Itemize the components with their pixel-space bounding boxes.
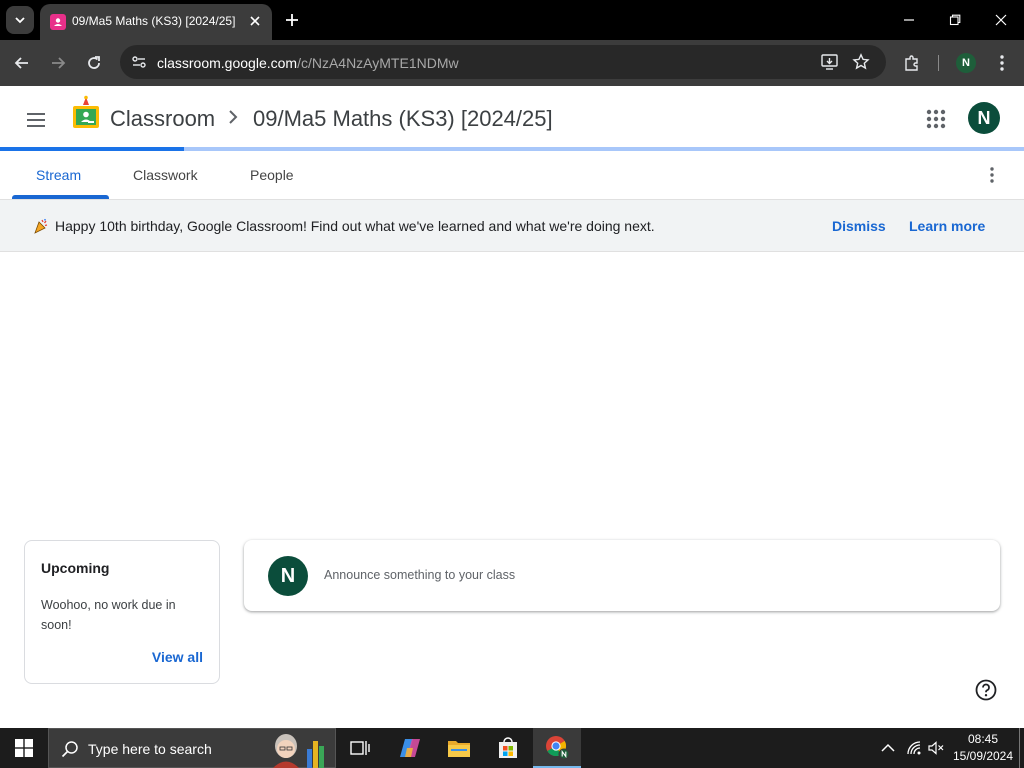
extensions-button[interactable] — [898, 49, 926, 77]
app-header: Classroom 09/Ma5 Maths (KS3) [2024/25] N — [0, 86, 1024, 149]
search-highlight-illustration-icon — [273, 734, 324, 768]
windows-taskbar: Type here to search 08:45 15/09/2024 — [0, 728, 1024, 768]
browser-profile-avatar[interactable]: N — [956, 53, 976, 73]
browser-toolbar: classroom.google.com/c/NzA4NzAyMTE1NDMw … — [0, 40, 1024, 86]
apps-grid-icon — [926, 109, 946, 129]
close-icon — [250, 16, 260, 26]
close-window-button[interactable] — [978, 0, 1024, 40]
reload-icon — [88, 56, 100, 69]
puzzle-icon — [905, 55, 918, 71]
toolbar-divider — [938, 55, 939, 71]
copilot-icon — [400, 739, 420, 757]
tab-close-button[interactable] — [246, 12, 264, 30]
app-name[interactable]: Classroom — [110, 106, 215, 132]
main-menu-button[interactable] — [20, 104, 52, 136]
class-tabs: Stream Classwork People — [0, 151, 1024, 200]
account-avatar[interactable]: N — [968, 102, 1000, 134]
task-view-button[interactable] — [336, 728, 384, 768]
minimize-button[interactable] — [886, 0, 932, 40]
arrow-right-icon — [52, 57, 66, 69]
announce-avatar: N — [268, 556, 308, 596]
plus-icon — [286, 14, 298, 26]
banner-message: Happy 10th birthday, Google Classroom! F… — [55, 218, 655, 234]
google-apps-button[interactable] — [924, 107, 948, 131]
class-title[interactable]: 09/Ma5 Maths (KS3) [2024/25] — [253, 106, 553, 132]
address-bar[interactable]: classroom.google.com/c/NzA4NzAyMTE1NDMw — [120, 45, 886, 79]
clock-time: 08:45 — [967, 732, 999, 746]
browser-titlebar: 09/Ma5 Maths (KS3) [2024/25] — [0, 0, 1024, 40]
new-tab-button[interactable] — [280, 8, 304, 32]
arrow-left-icon — [14, 57, 28, 69]
class-options-button[interactable] — [982, 165, 1002, 185]
forward-button[interactable] — [44, 49, 72, 77]
taskbar-search-placeholder: Type here to search — [88, 741, 212, 757]
url-host: classroom.google.com — [157, 55, 298, 71]
windows-logo-icon — [15, 739, 33, 757]
chevron-down-icon — [15, 17, 25, 24]
chevron-right-icon — [229, 110, 238, 124]
more-vert-icon — [1000, 55, 1004, 71]
classroom-logo-icon[interactable] — [72, 95, 100, 131]
announce-box[interactable]: N Announce something to your class — [244, 540, 1000, 611]
back-button[interactable] — [8, 49, 36, 77]
install-app-icon[interactable] — [820, 53, 840, 71]
search-icon — [61, 741, 78, 758]
announcement-banner: Happy 10th birthday, Google Classroom! F… — [0, 200, 1024, 252]
upcoming-title: Upcoming — [41, 560, 110, 576]
url-text: classroom.google.com/c/NzA4NzAyMTE1NDMw — [157, 55, 459, 71]
site-info-icon[interactable] — [130, 53, 148, 71]
learn-more-link[interactable]: Learn more — [909, 218, 985, 234]
taskbar-search-box[interactable]: Type here to search — [48, 728, 336, 768]
url-path: /c/NzA4NzAyMTE1NDMw — [297, 55, 459, 71]
tab-search-button[interactable] — [6, 6, 34, 34]
clock-date: 15/09/2024 — [952, 749, 1014, 763]
restore-icon — [949, 14, 961, 26]
tab-people[interactable]: People — [250, 167, 294, 183]
chrome-icon — [546, 736, 570, 760]
tab-title: 09/Ma5 Maths (KS3) [2024/25] — [72, 14, 236, 28]
upcoming-message: Woohoo, no work due in soon! — [41, 598, 176, 632]
network-icon[interactable] — [906, 740, 922, 756]
show-desktop-button[interactable] — [1019, 728, 1020, 768]
classroom-favicon-icon — [50, 14, 66, 30]
browser-tab[interactable]: 09/Ma5 Maths (KS3) [2024/25] — [40, 4, 272, 40]
help-button[interactable] — [975, 679, 997, 701]
announce-placeholder[interactable]: Announce something to your class — [324, 568, 515, 582]
folder-icon — [448, 741, 470, 757]
reload-button[interactable] — [80, 49, 108, 77]
chevron-up-icon[interactable] — [880, 740, 896, 756]
restore-button[interactable] — [932, 0, 978, 40]
microsoft-store-button[interactable] — [484, 728, 532, 768]
upcoming-card: Upcoming Woohoo, no work due in soon! Vi… — [24, 540, 220, 684]
browser-menu-button[interactable] — [988, 49, 1016, 77]
copilot-button[interactable] — [386, 728, 434, 768]
help-icon — [975, 679, 997, 701]
dismiss-banner-button[interactable]: Dismiss — [832, 218, 886, 234]
active-tab-indicator — [12, 195, 109, 199]
tab-stream[interactable]: Stream — [36, 167, 81, 183]
bookmark-star-icon[interactable] — [852, 53, 870, 71]
more-vert-icon — [990, 167, 994, 183]
file-explorer-button[interactable] — [435, 728, 483, 768]
hamburger-menu-icon — [27, 113, 45, 127]
close-icon — [995, 14, 1007, 26]
party-popper-icon — [34, 218, 48, 234]
taskbar-clock[interactable]: 08:45 15/09/2024 — [948, 731, 1018, 765]
tab-classwork[interactable]: Classwork — [133, 167, 198, 183]
chrome-taskbar-button[interactable] — [533, 728, 581, 768]
start-button[interactable] — [0, 728, 48, 768]
minimize-icon — [904, 19, 914, 21]
view-all-link[interactable]: View all — [152, 649, 203, 665]
volume-muted-icon[interactable] — [928, 740, 944, 756]
task-view-icon — [350, 741, 370, 755]
store-bag-icon — [499, 737, 517, 758]
